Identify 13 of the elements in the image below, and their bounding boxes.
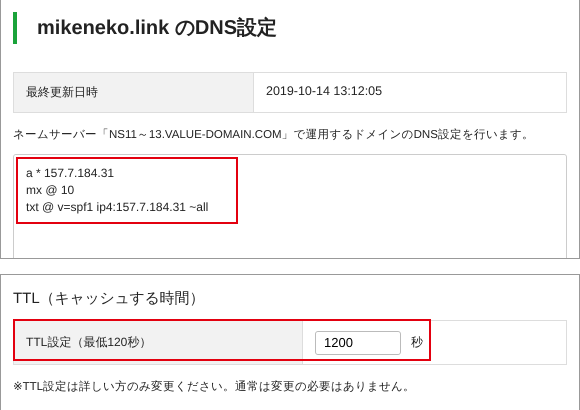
description-text: ネームサーバー「NS11～13.VALUE-DOMAIN.COM」で運用するドメインのDNS設定を行います。 [13,128,535,142]
dns-record: mx @ 10 [26,182,76,199]
ttl-input-field[interactable]: 1200 [315,330,401,354]
dns-record: a * 157.7.184.31 [26,165,116,182]
table-cell-text: 2019-10-14 13:12:05 [265,83,384,100]
records-text-area[interactable]: a * 157.7.184.31 mx @ 10 txt @ v=spf1 ip4:157.7.184.31 ~all [13,154,567,258]
section-title: TTL（キャッシュする時間） [13,289,206,309]
page-title: mikeneko.link のDNS設定 [13,12,567,44]
unit-label: 秒 [411,334,423,351]
table-header-cell: 最終更新日時 [14,73,254,112]
table-header-cell: TTL設定（最低120秒） [14,321,303,364]
dns-record: txt @ v=spf1 ip4:157.7.184.31 ~all [26,199,208,216]
note-text: ※TTL設定は詳しい方のみ変更ください。通常は変更の必要はありません。 [13,379,416,394]
